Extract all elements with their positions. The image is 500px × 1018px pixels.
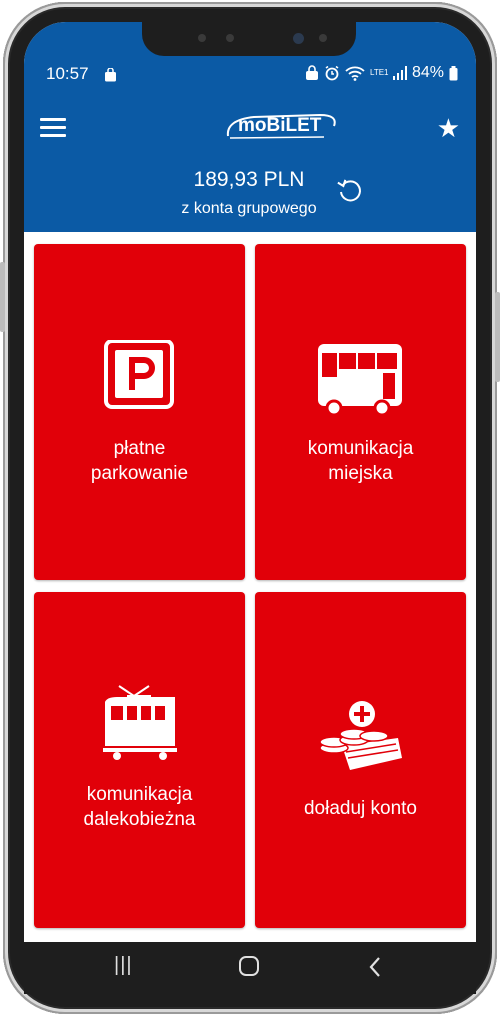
tile-parking-label-2: parkowanie — [90, 463, 189, 484]
tile-city-label-2: miejska — [328, 463, 393, 484]
tile-top-up-label: doładuj konto — [303, 798, 418, 819]
signal-icon — [392, 66, 407, 80]
lock-icon — [305, 65, 318, 80]
wifi-icon — [345, 66, 365, 81]
sensor-icon — [198, 34, 206, 42]
top-up-icon — [319, 701, 402, 770]
system-nav-bar: ||| — [24, 942, 476, 994]
tile-parking-label-1: płatne — [113, 438, 166, 459]
status-bar: 10:57 LTE1 84% — [24, 22, 476, 94]
train-icon — [103, 685, 177, 760]
account-balance: 189,93 PLN — [193, 168, 305, 191]
front-camera-icon — [293, 33, 304, 44]
network-label: LTE1 — [369, 68, 389, 77]
recents-icon[interactable]: ||| — [114, 954, 133, 977]
tile-long-distance-label-1: komunikacja — [86, 784, 193, 805]
status-time: 10:57 — [46, 64, 89, 83]
alarm-icon — [325, 65, 339, 81]
status-icons: LTE1 84% — [305, 64, 458, 82]
logo-text: moBiLET — [238, 115, 322, 136]
balance-source: z konta grupowego — [181, 200, 317, 217]
power-button — [495, 292, 500, 382]
back-icon[interactable] — [368, 956, 382, 978]
tile-parking[interactable]: płatne parkowanie — [34, 244, 245, 580]
menu-icon[interactable] — [40, 118, 66, 138]
mobilet-logo: moBiLET — [224, 112, 342, 142]
parking-icon — [104, 340, 174, 409]
tile-top-up[interactable]: doładuj konto — [255, 592, 466, 928]
volume-button — [0, 262, 5, 332]
sensor-icon — [319, 34, 327, 42]
camera-notch — [142, 22, 356, 56]
app-bar: moBiLET ★ 189,93 PLN z konta grupowego — [24, 94, 476, 232]
tile-city-label-1: komunikacja — [307, 438, 414, 459]
sensor-icon — [226, 34, 234, 42]
screen: 10:57 LTE1 84% moBiLET ★ 189,93 PLN z ko… — [24, 22, 476, 942]
star-icon[interactable]: ★ — [437, 113, 460, 144]
battery-icon — [449, 65, 458, 80]
tile-city-transport[interactable]: komunikacja miejska — [255, 244, 466, 580]
refresh-icon[interactable] — [336, 177, 364, 205]
home-icon[interactable] — [239, 956, 259, 976]
bus-icon — [318, 344, 402, 417]
tile-long-distance[interactable]: komunikacja dalekobieżna — [34, 592, 245, 928]
battery-level: 84% — [411, 64, 444, 81]
shopping-bag-icon — [105, 68, 116, 82]
tile-long-distance-label-2: dalekobieżna — [83, 809, 196, 830]
